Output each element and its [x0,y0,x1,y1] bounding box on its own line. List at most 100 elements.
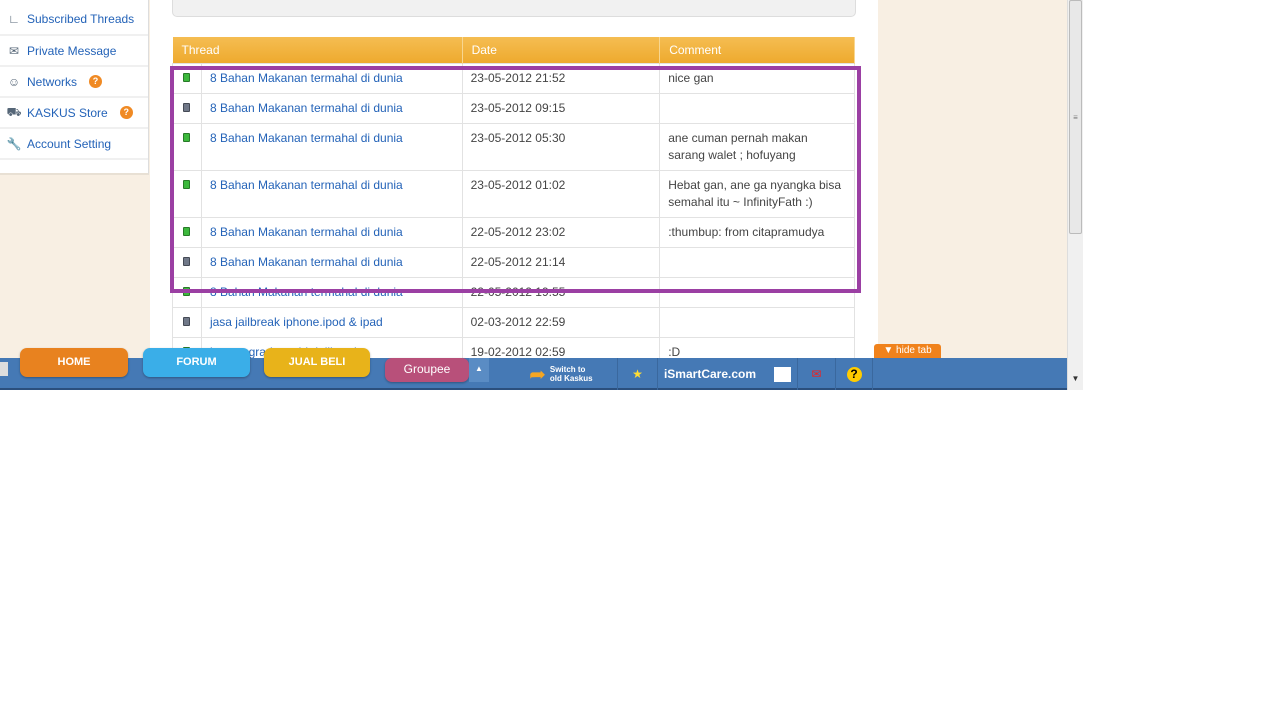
thread-cell: 8 Bahan Makanan termahal di dunia [200,62,463,94]
status-off-icon [183,102,191,112]
date-cell: 22-05-2012 21:14 [461,246,661,278]
sidebar-item-label: KASKUS Store [27,105,108,120]
help-button[interactable]: ? [835,358,873,390]
status-cell [172,122,202,171]
header-date: Date [462,37,661,63]
date-cell: 22-05-2012 19:55 [461,276,661,308]
bottom-toolbar: HOME FORUM JUAL BELI Groupee ▲ ➦ Switch … [0,348,1067,390]
thread-cell: 8 Bahan Makanan termahal di dunia [200,216,463,248]
sidebar-item-account-setting[interactable]: 🔧 Account Setting [0,129,148,160]
header-comment: Comment [659,37,855,63]
thread-link[interactable]: 8 Bahan Makanan termahal di dunia [210,101,403,115]
sidebar-item-label: Networks [27,74,78,89]
date-cell: 23-05-2012 05:30 [461,122,661,171]
thread-link[interactable]: 8 Bahan Makanan termahal di dunia [210,71,403,85]
tab-forum[interactable]: FORUM [143,348,250,377]
scroll-down-arrow[interactable]: ▼ [1069,374,1082,383]
sidebar-item-label: Private Message [27,43,117,58]
thread-cell: 8 Bahan Makanan termahal di dunia [200,246,463,278]
tab-home[interactable]: HOME [20,348,128,377]
thread-link[interactable]: 8 Bahan Makanan termahal di dunia [210,255,403,269]
comment-cell: Hebat gan, ane ga nyangka bisa semahal i… [659,169,855,218]
table-row: 8 Bahan Makanan termahal di dunia 23-05-… [172,122,855,171]
table-row: 8 Bahan Makanan termahal di dunia 23-05-… [172,62,855,94]
status-cell [172,169,202,218]
thread-cell: jasa jailbreak iphone.ipod & ipad [200,306,463,338]
header-thread: Thread [172,37,463,63]
thread-cell: 8 Bahan Makanan termahal di dunia [200,169,463,218]
networks-icon: ☺ [7,74,21,89]
status-cell [172,216,202,248]
activity-table: Thread Date Comment 8 Bahan Makanan term… [172,37,855,385]
help-badge-icon[interactable]: ? [119,106,133,119]
table-row: 8 Bahan Makanan termahal di dunia 22-05-… [172,276,855,308]
sidebar-item-kaskus-store[interactable]: ⛟ KASKUS Store? [0,98,148,129]
thread-link[interactable]: 8 Bahan Makanan termahal di dunia [210,285,403,299]
thread-cell: 8 Bahan Makanan termahal di dunia [200,92,463,124]
tab-groupee[interactable]: Groupee [385,358,469,382]
thread-link[interactable]: 8 Bahan Makanan termahal di dunia [210,131,403,145]
comment-cell [659,246,855,278]
date-cell: 23-05-2012 21:52 [461,62,661,94]
status-on-icon [183,132,191,142]
comment-cell [659,92,855,124]
top-panel [172,0,856,17]
thread-link[interactable]: 8 Bahan Makanan termahal di dunia [210,225,403,239]
date-cell: 23-05-2012 01:02 [461,169,661,218]
hide-tab-label: hide tab [896,345,932,356]
status-cell [172,92,202,124]
status-off-icon [183,316,191,326]
date-cell: 23-05-2012 09:15 [461,92,661,124]
wrench-icon: 🔧 [6,136,22,151]
left-edge [0,362,8,376]
document-star-icon: ★ [632,367,643,381]
sidebar-item-networks[interactable]: ☺ Networks? [0,67,148,98]
status-on-icon [183,179,191,189]
mail-alert-icon: ✉ [811,367,822,381]
status-on-icon [183,226,191,236]
sidebar-item-label: Subscribed Threads [27,12,135,26]
main-content: Thread Date Comment 8 Bahan Makanan term… [150,0,878,390]
table-row: 8 Bahan Makanan termahal di dunia 23-05-… [172,169,855,218]
bookmark-button[interactable]: ★ [617,358,657,390]
scrollbar-thumb[interactable]: ≡ [1069,0,1082,234]
status-off-icon [183,256,191,266]
switch-icon: ➦ [529,363,546,386]
thread-link[interactable]: 8 Bahan Makanan termahal di dunia [210,178,403,192]
date-cell: 02-03-2012 22:59 [461,306,661,338]
table-row: 8 Bahan Makanan termahal di dunia 22-05-… [172,216,855,248]
status-cell [172,62,202,94]
thread-cell: 8 Bahan Makanan termahal di dunia [200,122,463,171]
subscribed-icon: ∟ [8,12,20,26]
help-badge-icon[interactable]: ? [89,75,103,88]
status-on-icon [183,72,191,82]
cart-icon: ⛟ [6,104,22,119]
profile-button[interactable]: iSmartCare.com [657,358,797,390]
notification-button[interactable]: ✉ [797,358,835,390]
status-cell [172,246,202,278]
thread-link[interactable]: jasa jailbreak iphone.ipod & ipad [210,315,383,329]
table-row: 8 Bahan Makanan termahal di dunia 22-05-… [172,246,855,278]
status-on-icon [183,286,191,296]
sidebar-item-subscribed-threads[interactable]: ∟ Subscribed Threads [0,0,148,36]
thread-cell: 8 Bahan Makanan termahal di dunia [200,276,463,308]
comment-cell: :thumbup: from citapramudya [659,216,855,248]
tab-jual-beli[interactable]: JUAL BELI [264,348,370,377]
switch-old-kaskus-button[interactable]: ➦ Switch to old Kaskus [510,358,617,390]
hide-tab-button[interactable]: ▼ hide tab [874,344,941,358]
comment-cell: nice gan [659,62,855,94]
sidebar-item-label: Account Setting [27,136,112,151]
sidebar-item-private-message[interactable]: ✉ Private Message [0,36,148,67]
expand-arrow-icon[interactable]: ▲ [469,358,489,382]
status-cell [172,306,202,338]
vertical-scrollbar[interactable]: ≡ ▼ [1067,0,1083,390]
switch-label: Switch to old Kaskus [549,365,593,383]
comment-cell [659,306,855,338]
comment-cell [659,276,855,308]
date-cell: 22-05-2012 23:02 [461,216,661,248]
sidebar: ∟ Subscribed Threads ✉ Private Message ☺ Netw… [0,0,149,175]
username-label: iSmartCare.com [663,367,757,381]
envelope-icon: ✉ [8,43,20,58]
avatar [774,366,792,382]
status-cell [172,276,202,308]
